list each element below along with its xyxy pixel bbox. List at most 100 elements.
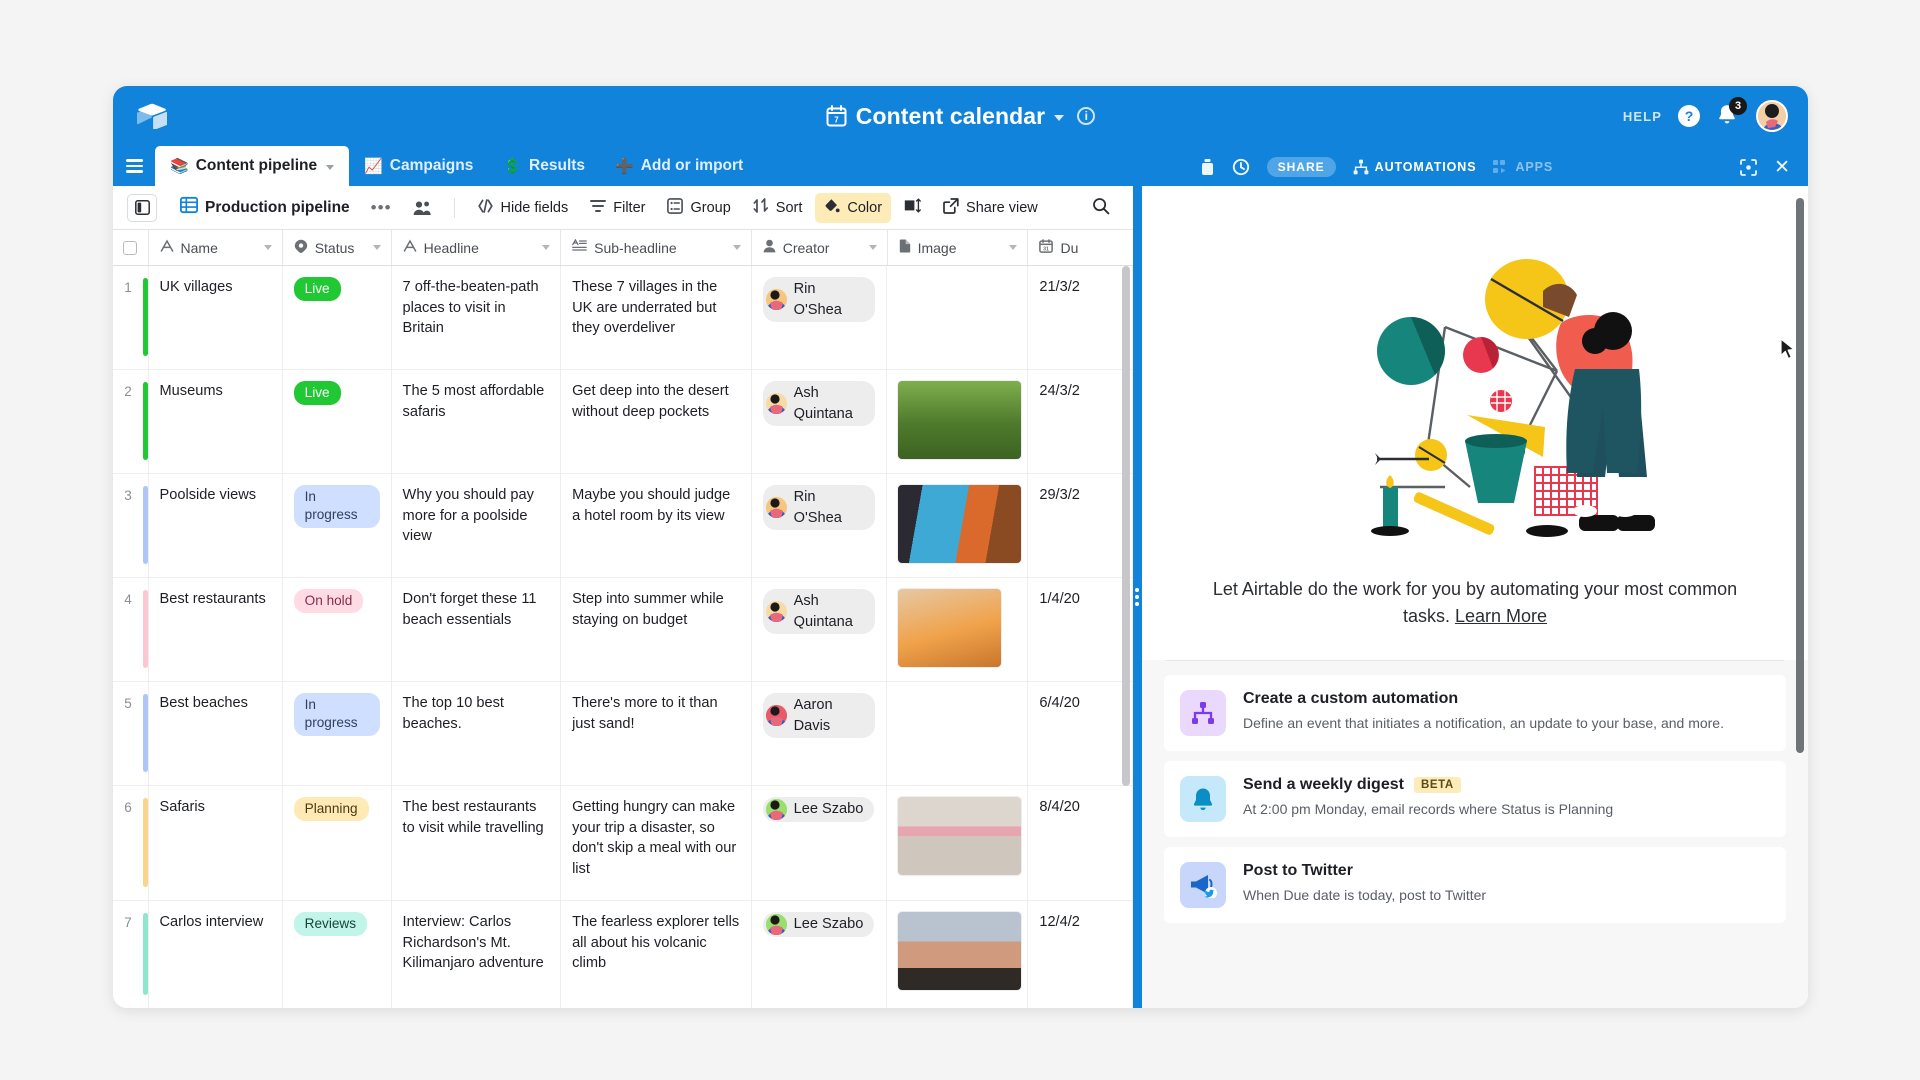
sort-button[interactable]: Sort	[744, 193, 812, 222]
chevron-down-icon[interactable]	[542, 245, 551, 250]
cell-image[interactable]	[887, 901, 1029, 1008]
bell-icon[interactable]: 3	[1716, 97, 1747, 129]
automation-template-card[interactable]: Create a custom automation Define an even…	[1164, 675, 1786, 751]
close-icon[interactable]: ✕	[1774, 158, 1790, 177]
current-view[interactable]: Production pipeline	[171, 191, 359, 224]
filter-button[interactable]: Filter	[581, 194, 654, 222]
chevron-down-icon[interactable]	[326, 164, 335, 170]
sidebar-toggle-icon[interactable]	[127, 193, 157, 222]
cell-sub-headline[interactable]: Getting hungry can make your trip a disa…	[561, 786, 752, 900]
table-row[interactable]: 2 Museums Live The 5 most affordable safari…	[113, 370, 1133, 474]
table-row[interactable]: 1 UK villages Live 7 off-the-beaten-path pl…	[113, 266, 1133, 370]
column-header-headline[interactable]: Headline	[391, 230, 562, 265]
chevron-down-icon[interactable]	[1009, 245, 1018, 250]
cell-creator[interactable]: Aaron Davis	[752, 682, 888, 785]
cell-name[interactable]: Best beaches	[149, 682, 283, 785]
cell-headline[interactable]: Interview: Carlos Richardson's Mt. Kilim…	[392, 901, 562, 1008]
trash-icon[interactable]	[1200, 158, 1215, 176]
column-header-status[interactable]: Status	[282, 230, 392, 265]
tab-campaigns[interactable]: 📈 Campaigns	[349, 146, 488, 186]
automations-button[interactable]: AUTOMATIONS	[1353, 159, 1477, 175]
clock-history-icon[interactable]	[1232, 158, 1250, 176]
cell-creator[interactable]: Ash Quintana	[752, 578, 888, 681]
column-header-creator[interactable]: Creator	[751, 230, 888, 265]
column-header-due-date[interactable]: 31 Du	[1028, 230, 1133, 265]
cell-image[interactable]	[887, 786, 1029, 900]
column-header-sub-headline[interactable]: Sub-headline	[561, 230, 752, 265]
cell-creator[interactable]: Lee Szabo	[752, 786, 888, 900]
chevron-down-icon[interactable]	[868, 245, 877, 250]
cell-sub-headline[interactable]: Step into summer while staying on budget	[561, 578, 752, 681]
search-button[interactable]	[1083, 192, 1119, 224]
cell-name[interactable]: Best restaurants	[149, 578, 283, 681]
tab-content-pipeline[interactable]: 📚 Content pipeline	[155, 146, 350, 186]
row-select-cell[interactable]: 7	[113, 901, 149, 1008]
cell-creator[interactable]: Lee Szabo	[752, 901, 888, 1008]
sunhat-photo[interactable]	[898, 589, 1002, 667]
select-all-checkbox[interactable]	[113, 230, 149, 265]
cell-sub-headline[interactable]: Get deep into the desert without deep po…	[561, 370, 752, 473]
row-height-button[interactable]	[895, 193, 930, 222]
cell-status[interactable]: In progress	[283, 474, 392, 577]
record-grid[interactable]: Name Status Headline Sub-headline Creato…	[113, 230, 1133, 1008]
cell-image[interactable]	[887, 266, 1029, 369]
chevron-down-icon[interactable]	[732, 245, 741, 250]
table-row[interactable]: 4 Best restaurants On hold Don't forget the…	[113, 578, 1133, 682]
airtable-logo-icon[interactable]	[135, 99, 169, 133]
pool-photo[interactable]	[898, 485, 1022, 563]
help-label[interactable]: HELP	[1623, 109, 1662, 124]
cell-status[interactable]: Planning	[283, 786, 392, 900]
grid-vertical-scrollbar[interactable]	[1122, 266, 1130, 786]
cell-image[interactable]	[887, 474, 1029, 577]
cell-due-date[interactable]: 8/4/20	[1028, 786, 1133, 900]
row-select-cell[interactable]: 3	[113, 474, 149, 577]
column-header-image[interactable]: Image	[887, 230, 1029, 265]
cell-sub-headline[interactable]: There's more to it than just sand!	[561, 682, 752, 785]
cell-sub-headline[interactable]: Maybe you should judge a hotel room by i…	[561, 474, 752, 577]
cell-name[interactable]: Museums	[149, 370, 283, 473]
avatar[interactable]	[1756, 100, 1788, 132]
hide-fields-button[interactable]: Hide fields	[468, 194, 578, 222]
cell-sub-headline[interactable]: These 7 villages in the UK are underrate…	[561, 266, 752, 369]
cell-due-date[interactable]: 1/4/20	[1028, 578, 1133, 681]
chevron-down-icon[interactable]	[263, 245, 272, 250]
group-button[interactable]: Group	[658, 193, 739, 223]
pane-resize-handle[interactable]	[1133, 186, 1142, 1008]
row-select-cell[interactable]: 1	[113, 266, 149, 369]
row-select-cell[interactable]: 4	[113, 578, 149, 681]
cell-due-date[interactable]: 29/3/2	[1028, 474, 1133, 577]
cell-headline[interactable]: The top 10 best beaches.	[392, 682, 562, 785]
storefront-photo[interactable]	[898, 797, 1022, 875]
cell-headline[interactable]: 7 off-the-beaten-path places to visit in…	[392, 266, 562, 369]
panel-vertical-scrollbar[interactable]	[1796, 198, 1804, 753]
cell-status[interactable]: On hold	[283, 578, 392, 681]
question-mark-icon[interactable]: ?	[1678, 105, 1700, 127]
cell-name[interactable]: Safaris	[149, 786, 283, 900]
chevron-down-icon[interactable]	[1054, 114, 1065, 121]
cell-status[interactable]: Live	[283, 370, 392, 473]
cell-due-date[interactable]: 6/4/20	[1028, 682, 1133, 785]
cell-headline[interactable]: The 5 most affordable safaris	[392, 370, 562, 473]
row-select-cell[interactable]: 5	[113, 682, 149, 785]
cell-creator[interactable]: Ash Quintana	[752, 370, 888, 473]
cell-creator[interactable]: Rin O'Shea	[752, 474, 888, 577]
row-select-cell[interactable]: 6	[113, 786, 149, 900]
cell-headline[interactable]: Why you should pay more for a poolside v…	[392, 474, 562, 577]
cell-creator[interactable]: Rin O'Shea	[752, 266, 888, 369]
color-button[interactable]: Color	[815, 192, 892, 223]
cell-due-date[interactable]: 21/3/2	[1028, 266, 1133, 369]
chevron-down-icon[interactable]	[372, 245, 381, 250]
cell-sub-headline[interactable]: The fearless explorer tells all about hi…	[561, 901, 752, 1008]
cell-status[interactable]: Live	[283, 266, 392, 369]
info-icon[interactable]: i	[1077, 107, 1096, 125]
cell-name[interactable]: Poolside views	[149, 474, 283, 577]
cell-headline[interactable]: Don't forget these 11 beach essentials	[392, 578, 562, 681]
share-button[interactable]: SHARE	[1266, 157, 1336, 177]
tab-add-or-import[interactable]: ➕ Add or import	[600, 146, 758, 186]
hamburger-menu-icon[interactable]	[113, 146, 155, 186]
cell-due-date[interactable]: 24/3/2	[1028, 370, 1133, 473]
automation-template-card[interactable]: Send a weekly digest BETA At 2:00 pm Monda…	[1164, 761, 1786, 837]
cell-due-date[interactable]: 12/4/2	[1028, 901, 1133, 1008]
zebra-photo[interactable]	[898, 381, 1022, 459]
kilimanjaro-photo[interactable]	[898, 912, 1022, 990]
